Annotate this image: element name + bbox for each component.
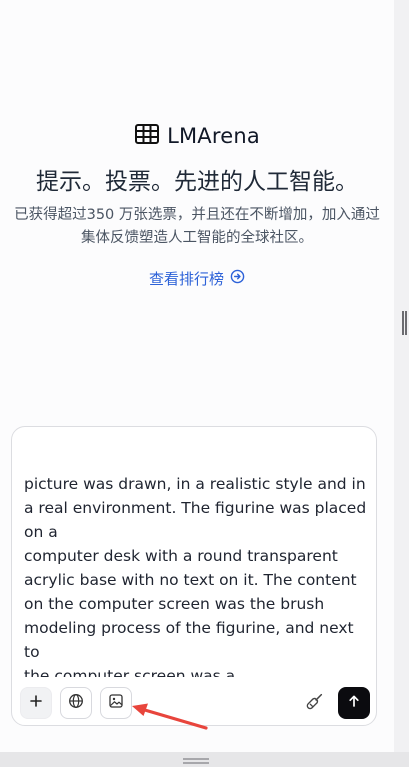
- plus-icon: [28, 693, 44, 713]
- brand-name: LMArena: [167, 124, 260, 148]
- arrow-right-circle-icon: [230, 269, 245, 288]
- arrow-up-icon: [346, 693, 362, 713]
- prompt-text: picture was drawn, in a realistic style …: [24, 475, 367, 677]
- view-leaderboard-link[interactable]: 查看排行榜: [0, 268, 394, 289]
- hero-title: 提示。投票。先进的人工智能。: [36, 169, 358, 195]
- web-search-button[interactable]: [60, 687, 92, 719]
- prompt-textarea[interactable]: picture was drawn, in a realistic style …: [24, 437, 370, 677]
- hero-subtitle: 已获得超过350 万张选票，并且还在不断增加，加入通过集体反馈塑造人工智能的全球…: [14, 207, 380, 246]
- leaderboard-link-label: 查看排行榜: [148, 270, 224, 288]
- panel-resize-handle[interactable]: [402, 311, 407, 335]
- image-icon: [108, 693, 124, 713]
- divider-grip[interactable]: [183, 758, 209, 764]
- send-button[interactable]: [338, 687, 370, 719]
- clear-button[interactable]: [298, 687, 330, 719]
- globe-icon: [68, 693, 84, 713]
- table-grid-icon: [134, 122, 160, 150]
- red-arrow-annotation: [132, 703, 208, 730]
- brand-logo: LMArena: [0, 122, 394, 150]
- add-attachment-button[interactable]: [20, 687, 52, 719]
- bottom-panel-divider[interactable]: [0, 752, 409, 767]
- side-panel-edge: [394, 0, 409, 752]
- prompt-composer: picture was drawn, in a realistic style …: [11, 426, 377, 726]
- broom-icon: [305, 692, 324, 715]
